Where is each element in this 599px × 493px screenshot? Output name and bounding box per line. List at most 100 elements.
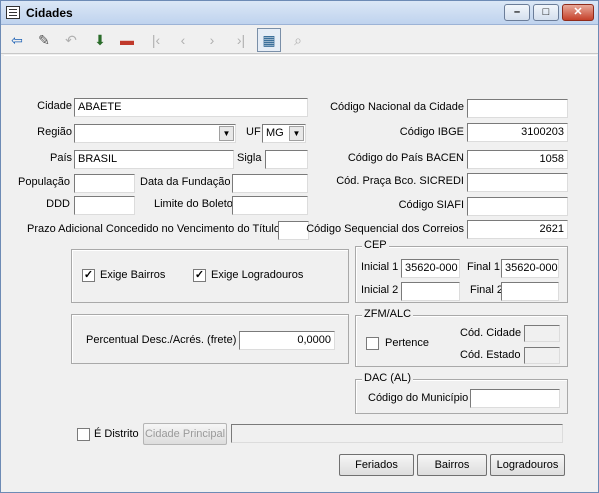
cep-inicial2-input[interactable] [401,282,460,301]
limite-boleto-label: Limite do Boleto [154,198,233,210]
cod-municipio-label: Código do Município [368,392,469,404]
dac-group: DAC (AL) Código do Município [355,372,568,414]
cep-group-title: CEP [362,239,389,251]
percentual-group: Percentual Desc./Acrés. (frete) 0,0000 [71,314,349,364]
save-icon: ⬇ [94,31,106,48]
cod-cidade-input[interactable] [524,325,560,342]
minimize-icon: – [513,6,521,18]
title-bar[interactable]: Cidades – □ ✕ [1,1,598,25]
last-record-icon: ›| [236,32,246,48]
praca-sicredi-input[interactable] [467,173,568,192]
chevron-down-icon[interactable]: ▼ [289,126,304,141]
logradouros-button[interactable]: Logradouros [490,454,565,476]
pais-label: País [49,152,72,164]
cep-final2-label: Final 2 [470,284,504,296]
cep-final1-input[interactable]: 35620-000 [501,259,559,278]
previous-record-icon: ‹ [180,32,186,48]
e-distrito-checkbox[interactable] [77,428,90,441]
previous-record-button[interactable]: ‹ [171,28,195,52]
window-title: Cidades [26,6,73,20]
cod-estado-label: Cód. Estado [460,349,521,361]
cidade-principal-button[interactable]: Cidade Principal [143,423,227,445]
seq-correios-input[interactable]: 2621 [467,220,568,239]
search-button[interactable]: ⌕ [286,28,310,52]
cep-inicial2-label: Inicial 2 [361,284,399,296]
exige-logradouros-label: Exige Logradouros [211,269,304,281]
cep-inicial1-label: Inicial 1 [361,261,399,273]
exit-button[interactable]: ⇦ [5,28,29,52]
seq-correios-label: Código Sequencial dos Correios [306,223,464,235]
grid-button[interactable]: ▦ [257,28,281,52]
last-record-button[interactable]: ›| [229,28,253,52]
cidade-input[interactable]: ABAETE [74,98,308,117]
cidade-principal-input[interactable] [231,424,563,443]
app-icon [6,6,20,19]
search-icon: ⌕ [294,31,302,48]
cidades-window: Cidades – □ ✕ ⇦ ✎ ↶ ⬇ ▬ |‹ ‹ › ›| ▦ ⌕ Ci… [0,0,599,493]
uf-select[interactable]: MG ▼ [262,124,306,143]
sigla-label: Sigla [237,152,262,164]
cod-cidade-label: Cód. Cidade [460,327,522,339]
delete-button[interactable]: ▬ [115,28,139,52]
first-record-icon: |‹ [151,32,161,48]
regiao-select[interactable]: ▼ [74,124,236,143]
populacao-label: População [18,176,70,188]
uf-value: MG [266,127,284,139]
edit-icon: ✎ [38,31,50,48]
close-icon: ✕ [573,6,583,18]
codigo-ibge-label: Código IBGE [399,126,464,138]
cep-final2-input[interactable] [501,282,559,301]
minimize-button[interactable]: – [504,4,530,21]
pertence-checkbox[interactable] [366,337,379,350]
e-distrito-label: É Distrito [94,428,139,440]
cod-estado-input[interactable] [524,347,560,364]
next-record-icon: › [209,32,215,48]
zfm-group-title: ZFM/ALC [362,308,414,320]
ddd-label: DDD [46,198,70,210]
exige-group: ✓ Exige Bairros ✓ Exige Logradouros [71,249,349,303]
exit-icon: ⇦ [11,31,23,48]
zfm-group: ZFM/ALC Pertence Cód. Cidade Cód. Estado [355,308,568,367]
codigo-pais-bacen-input[interactable]: 1058 [467,150,568,169]
percentual-input[interactable]: 0,0000 [239,331,335,350]
form-area: Cidade ABAETE Região ▼ UF MG ▼ País BRAS… [4,55,597,491]
data-fundacao-input[interactable] [232,174,308,193]
exige-bairros-checkbox[interactable]: ✓ [82,269,95,282]
close-button[interactable]: ✕ [562,4,594,21]
prazo-label: Prazo Adicional Concedido no Vencimento … [27,223,280,235]
ddd-input[interactable] [74,196,135,215]
codigo-pais-bacen-label: Código do País BACEN [347,152,464,164]
maximize-button[interactable]: □ [533,4,559,21]
exige-bairros-label: Exige Bairros [100,269,166,281]
populacao-input[interactable] [74,174,135,193]
next-record-button[interactable]: › [200,28,224,52]
codigo-siafi-input[interactable] [467,197,568,216]
exige-logradouros-checkbox[interactable]: ✓ [193,269,206,282]
pais-input[interactable]: BRASIL [74,150,234,169]
cidade-label: Cidade [37,100,72,112]
cancel-button[interactable]: ↶ [59,28,83,52]
praca-sicredi-label: Cód. Praça Bco. SICREDI [336,175,464,187]
first-record-button[interactable]: |‹ [144,28,168,52]
toolbar: ⇦ ✎ ↶ ⬇ ▬ |‹ ‹ › ›| ▦ ⌕ [1,26,598,54]
codigo-ibge-input[interactable]: 3100203 [467,123,568,142]
cep-final1-label: Final 1 [467,261,501,273]
save-button[interactable]: ⬇ [88,28,112,52]
cep-group: CEP Inicial 1 35620-000 Final 1 35620-00… [355,239,568,303]
limite-boleto-input[interactable] [232,196,308,215]
feriados-button[interactable]: Feriados [339,454,414,476]
cep-inicial1-input[interactable]: 35620-000 [401,259,460,278]
regiao-label: Região [37,126,72,138]
codigo-nacional-label: Código Nacional da Cidade [330,101,464,113]
cancel-icon: ↶ [65,31,77,48]
chevron-down-icon[interactable]: ▼ [219,126,234,141]
pertence-label: Pertence [385,337,430,349]
codigo-nacional-input[interactable] [467,99,568,118]
maximize-icon: □ [542,6,550,18]
edit-button[interactable]: ✎ [32,28,56,52]
bairros-button[interactable]: Bairros [417,454,487,476]
sigla-input[interactable] [265,150,308,169]
grid-icon: ▦ [262,31,276,48]
cod-municipio-input[interactable] [470,389,560,408]
delete-icon: ▬ [120,32,134,48]
